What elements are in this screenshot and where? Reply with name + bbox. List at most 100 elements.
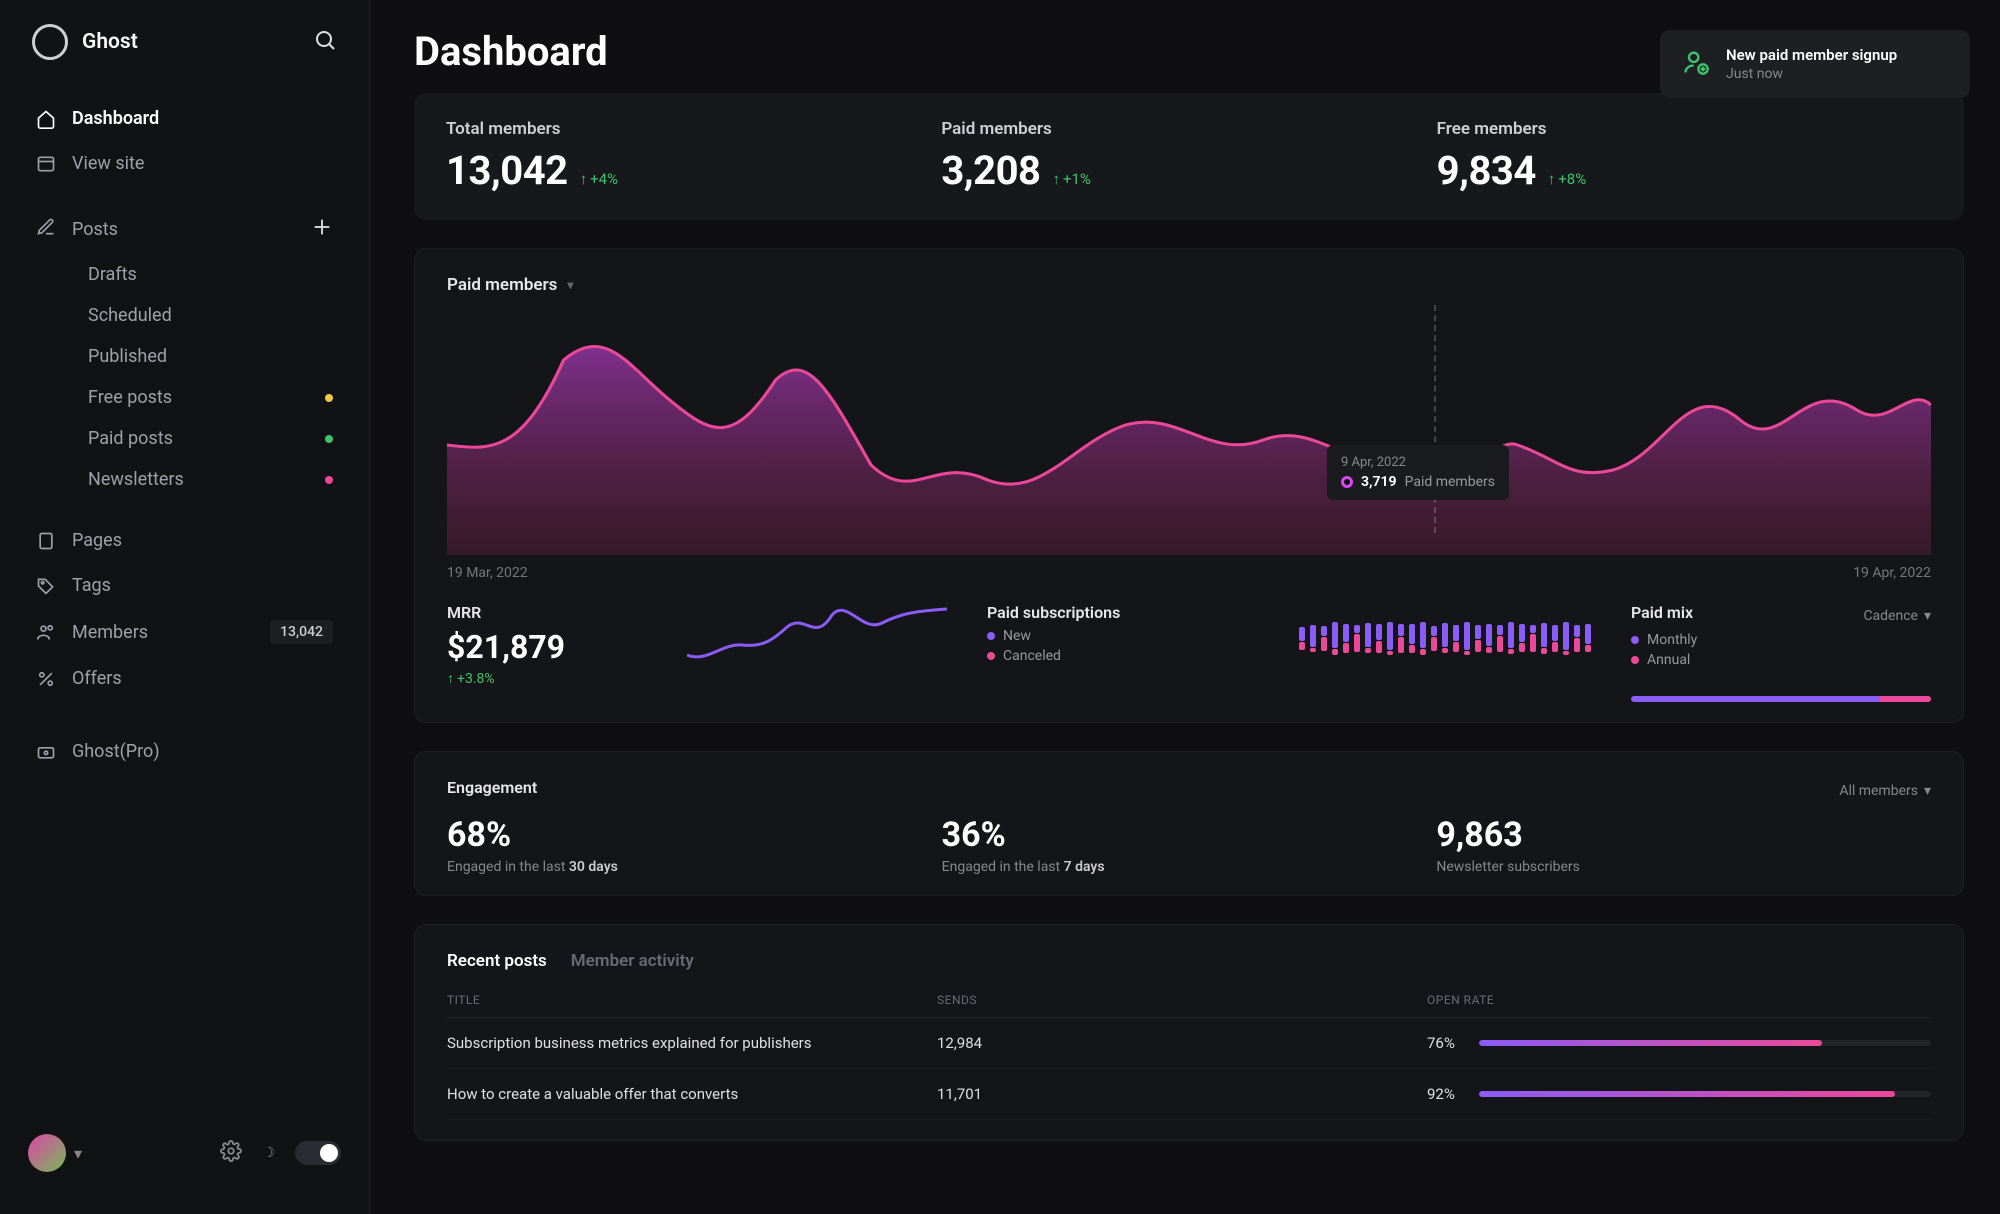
- sidebar-item-ghost-pro[interactable]: Ghost(Pro): [20, 729, 349, 774]
- paid-members-panel: Paid members ▾ 9 Apr, 2022: [414, 248, 1964, 723]
- sidebar-item-free-posts[interactable]: Free posts: [72, 377, 349, 418]
- post-title: Subscription business metrics explained …: [447, 1034, 937, 1052]
- open-rate-bar: [1479, 1091, 1931, 1097]
- status-dot-icon: [325, 476, 333, 484]
- sidebar-item-pages[interactable]: Pages: [20, 518, 349, 563]
- mrr-metric[interactable]: MRR $21,879 ↑+3.8%: [447, 603, 647, 687]
- stat-free-members[interactable]: Free members 9,834 ↑+8%: [1437, 119, 1932, 194]
- tooltip-value: 3,719: [1361, 474, 1397, 490]
- metric-value: $21,879: [447, 628, 647, 666]
- members-count-badge: 13,042: [270, 620, 333, 644]
- tooltip-label: Paid members: [1405, 474, 1495, 490]
- engagement-7d: 36% Engaged in the last 7 days: [942, 803, 1437, 875]
- stat-total-members[interactable]: Total members 13,042 ↑+4%: [446, 119, 941, 194]
- sidebar-item-scheduled[interactable]: Scheduled: [72, 295, 349, 336]
- brand[interactable]: Ghost: [32, 24, 138, 60]
- sidebar-item-newsletters[interactable]: Newsletters: [72, 459, 349, 500]
- user-menu[interactable]: ▾: [28, 1134, 82, 1172]
- tab-member-activity[interactable]: Member activity: [571, 951, 694, 971]
- metric-label: MRR: [447, 603, 647, 622]
- status-dot-icon: [325, 435, 333, 443]
- sidebar-item-posts[interactable]: Posts: [36, 217, 118, 242]
- stat-paid-members[interactable]: Paid members 3,208 ↑+1%: [941, 119, 1436, 194]
- sidebar-item-dashboard[interactable]: Dashboard: [20, 96, 349, 141]
- legend-dot-icon: [1631, 656, 1639, 664]
- sidebar-label: Newsletters: [88, 469, 184, 490]
- sidebar-label: Dashboard: [72, 108, 159, 129]
- legend-dot-icon: [987, 652, 995, 660]
- legend-dot-icon: [987, 632, 995, 640]
- metric-value: 9,863: [1436, 815, 1931, 855]
- tag-icon: [36, 576, 56, 596]
- paid-members-chart[interactable]: 9 Apr, 2022 3,719 Paid members: [447, 305, 1931, 555]
- page-icon: [36, 531, 56, 551]
- percent-icon: [36, 669, 56, 689]
- search-icon[interactable]: [313, 28, 337, 56]
- chevron-down-icon: ▾: [74, 1144, 82, 1163]
- legend-label: New: [1003, 628, 1031, 644]
- metric-sub: Newsletter subscribers: [1436, 859, 1931, 875]
- sidebar-label: Ghost(Pro): [72, 741, 160, 762]
- paid-mix-metric[interactable]: Paid mix Cadence▾ Monthly Annual: [1631, 603, 1931, 702]
- metric-value: 36%: [942, 815, 1437, 855]
- metric-label: Paid subscriptions: [987, 603, 1259, 622]
- legend-label: Monthly: [1647, 632, 1697, 648]
- sidebar-item-tags[interactable]: Tags: [20, 563, 349, 608]
- avatar: [28, 1134, 66, 1172]
- sidebar-label: Offers: [72, 668, 122, 689]
- mix-bar: [1631, 696, 1931, 702]
- tab-recent-posts[interactable]: Recent posts: [447, 951, 547, 971]
- sidebar-item-paid-posts[interactable]: Paid posts: [72, 418, 349, 459]
- sidebar-item-members[interactable]: Members 13,042: [20, 608, 349, 656]
- table-row[interactable]: How to create a valuable offer that conv…: [447, 1069, 1931, 1120]
- stat-delta: ↑+1%: [1052, 170, 1090, 188]
- post-title: How to create a valuable offer that conv…: [447, 1085, 937, 1103]
- sidebar-item-view-site[interactable]: View site: [20, 141, 349, 186]
- metric-label: Paid mix: [1631, 603, 1693, 622]
- tooltip-date: 9 Apr, 2022: [1341, 455, 1495, 470]
- stat-value: 13,042: [446, 147, 568, 194]
- chevron-down-icon: ▾: [1924, 783, 1931, 799]
- table-row[interactable]: Subscription business metrics explained …: [447, 1018, 1931, 1069]
- toast-title: New paid member signup: [1726, 46, 1897, 64]
- status-dot-icon: [325, 394, 333, 402]
- stat-value: 3,208: [941, 147, 1040, 194]
- metric-delta: ↑+3.8%: [447, 670, 647, 687]
- stat-label: Total members: [446, 119, 941, 139]
- chevron-down-icon: ▾: [567, 278, 573, 292]
- pro-icon: [36, 742, 56, 762]
- paid-subs-metric[interactable]: Paid subscriptions New Canceled: [987, 603, 1259, 664]
- subs-bar-chart: [1299, 607, 1591, 669]
- engagement-30d: 68% Engaged in the last 30 days: [447, 803, 942, 875]
- members-icon: [36, 622, 56, 642]
- notification-toast[interactable]: New paid member signup Just now: [1660, 30, 1970, 98]
- engagement-filter[interactable]: All members▾: [1839, 783, 1931, 799]
- settings-button[interactable]: [220, 1140, 242, 1166]
- theme-toggle[interactable]: [295, 1141, 341, 1165]
- toast-time: Just now: [1726, 66, 1897, 82]
- new-post-button[interactable]: [311, 216, 333, 242]
- recent-posts-panel: Recent posts Member activity TITLE SENDS…: [414, 924, 1964, 1141]
- brand-name: Ghost: [82, 30, 138, 54]
- post-sends: 12,984: [937, 1034, 1427, 1052]
- metric-sub: Engaged in the last 30 days: [447, 859, 942, 875]
- arrow-up-icon: ↑: [580, 170, 588, 188]
- tooltip-dot-icon: [1341, 476, 1353, 488]
- cadence-selector[interactable]: Cadence▾: [1863, 608, 1931, 624]
- sidebar-item-offers[interactable]: Offers: [20, 656, 349, 701]
- newsletter-subscribers: 9,863 Newsletter subscribers: [1436, 803, 1931, 875]
- chart-selector[interactable]: Paid members ▾: [447, 275, 1931, 295]
- mrr-sparkline: [687, 603, 947, 665]
- sidebar-item-published[interactable]: Published: [72, 336, 349, 377]
- open-rate-value: 92%: [1427, 1085, 1455, 1103]
- chevron-down-icon: ▾: [1924, 608, 1931, 624]
- metric-value: 68%: [447, 815, 942, 855]
- column-header: OPEN RATE: [1427, 993, 1494, 1007]
- engagement-panel: Engagement All members▾ 68% Engaged in t…: [414, 751, 1964, 896]
- sidebar-label: View site: [72, 153, 144, 174]
- sidebar-item-drafts[interactable]: Drafts: [72, 254, 349, 295]
- user-plus-icon: [1682, 48, 1710, 80]
- home-icon: [36, 109, 56, 129]
- chart-date-end: 19 Apr, 2022: [1853, 565, 1931, 581]
- metric-sub: Engaged in the last 7 days: [942, 859, 1437, 875]
